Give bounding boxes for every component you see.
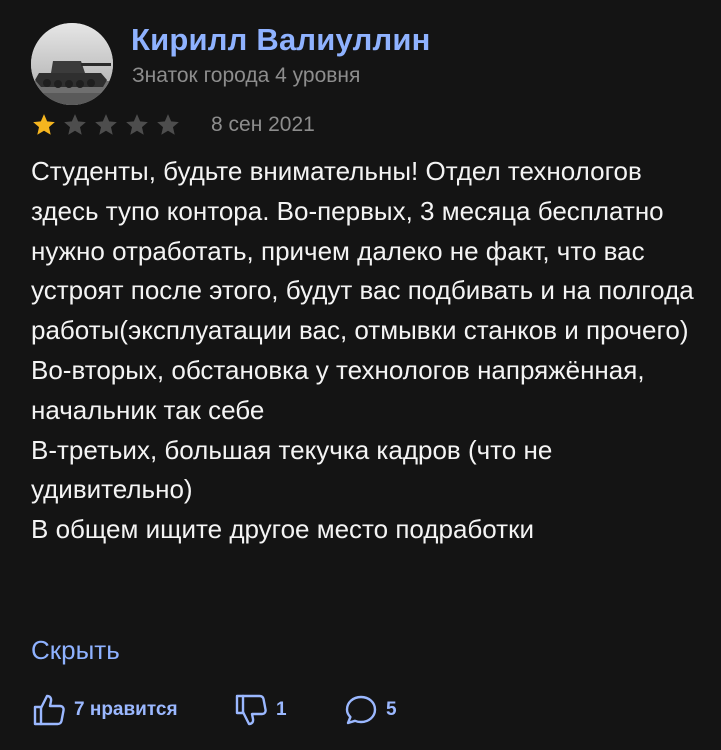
star-icon-empty [64,114,86,135]
star-icon-empty [95,114,117,135]
review-paragraph: Студенты, будьте внимательны! Отдел техн… [31,156,694,346]
collapse-link[interactable]: Скрыть [31,631,120,670]
dislike-button[interactable]: 1 [233,690,287,730]
thumbs-up-icon [33,694,65,726]
review-paragraph: В общем ищите другое место подработки [31,514,534,545]
author-avatar[interactable] [31,23,113,105]
thumbs-down-icon [235,694,267,726]
review-paragraph: Во-вторых, обстановка у технологов напря… [31,354,645,425]
star-icon-empty [126,114,148,135]
review-text: Студенты, будьте внимательны! Отдел техн… [31,152,703,550]
like-button[interactable]: 7 нравится [31,690,178,730]
star-icon-empty [157,114,179,135]
like-label: 7 нравится [74,699,178,720]
review-paragraph: В-третьих, большая текучка кадров (что н… [31,434,553,505]
avatar-image [31,23,113,105]
review-date: 8 сен 2021 [211,113,315,136]
star-rating [31,112,186,138]
comment-bubble-icon [345,695,377,725]
comment-count: 5 [386,699,397,720]
comment-button[interactable]: 5 [343,690,397,730]
author-name[interactable]: Кирилл Валиуллин [131,22,431,58]
review-card: Кирилл Валиуллин Знаток города 4 уровня … [0,0,721,750]
author-level: Знаток города 4 уровня [132,64,361,87]
dislike-count: 1 [276,699,287,720]
star-icon-filled [33,114,55,135]
